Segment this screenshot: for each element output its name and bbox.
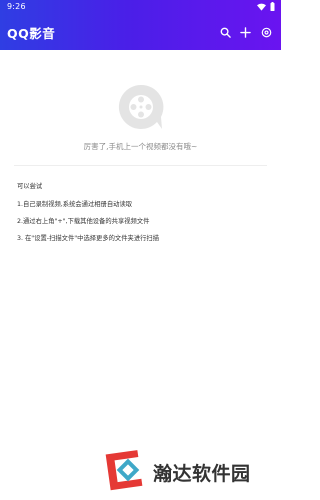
wifi-icon: [257, 3, 266, 11]
toolbar: QQ影音: [0, 18, 281, 46]
status-icons: [257, 2, 275, 11]
tip-item: 1.自己录制视频,系统会通过相册自动读取: [17, 201, 133, 208]
app-header: 9:26 QQ影音: [0, 0, 281, 50]
tip-item: 3. 在"设置-扫描文件"中选择更多的文件夹进行扫描: [17, 235, 160, 242]
tips-heading: 可以尝试: [17, 183, 43, 190]
tip-item: 2.通过右上角"+",下载其他设备的共享视频文件: [17, 218, 150, 225]
search-icon[interactable]: [218, 25, 232, 39]
status-time: 9:26: [7, 2, 26, 11]
watermark-logo-icon: [105, 450, 143, 491]
settings-icon[interactable]: [259, 25, 273, 39]
plus-icon[interactable]: [238, 25, 252, 39]
battery-icon: [270, 2, 275, 11]
app-title: QQ影音: [7, 26, 56, 41]
divider: [14, 165, 267, 166]
watermark-text: 瀚达软件园: [153, 463, 251, 485]
film-reel-icon: [116, 82, 166, 132]
watermark: 瀚达软件园: [102, 447, 277, 493]
empty-message: 厉害了,手机上一个视频都没有哦~: [83, 142, 198, 151]
status-bar: 9:26: [0, 0, 281, 14]
